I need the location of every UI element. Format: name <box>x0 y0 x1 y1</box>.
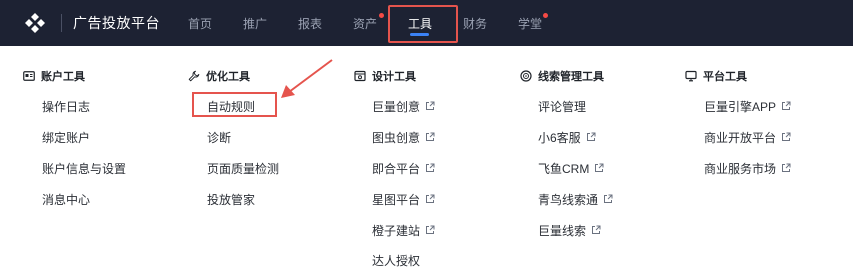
menu-item-ad-butler[interactable]: 投放管家 <box>207 191 255 207</box>
menu-item-label: 星图平台 <box>372 192 421 207</box>
menu-item-label: 飞鱼CRM <box>538 161 590 176</box>
menu-item-label: 青鸟线索通 <box>538 192 599 207</box>
target-icon <box>520 70 532 82</box>
menu-item-label: 橙子建站 <box>372 223 421 238</box>
menu-item-xingtu-platform[interactable]: 星图平台 <box>372 191 435 207</box>
account-tools-header: 账户工具 <box>23 68 85 84</box>
menu-item-ocean-engine-app[interactable]: 巨量引擎APP <box>704 98 791 114</box>
menu-item-label: 商业服务市场 <box>704 161 777 176</box>
account-tools-title: 账户工具 <box>41 71 85 83</box>
design-tools-header: 设计工具 <box>354 68 416 84</box>
external-link-icon <box>426 101 435 110</box>
external-link-icon <box>426 194 435 203</box>
external-link-icon <box>782 101 791 110</box>
external-link-icon <box>604 194 613 203</box>
wrench-icon <box>188 70 200 82</box>
menu-item-label: 巨量线索 <box>538 223 587 238</box>
top-navigation-bar: 广告投放平台 首页 推广 报表 资产 工具 财务 学堂 <box>0 0 853 46</box>
external-link-icon <box>782 132 791 141</box>
menu-item-diagnosis[interactable]: 诊断 <box>207 129 231 145</box>
menu-item-operation-log[interactable]: 操作日志 <box>42 98 90 114</box>
platform-tools-title: 平台工具 <box>703 71 747 83</box>
external-link-icon <box>426 132 435 141</box>
menu-item-business-service-market[interactable]: 商业服务市场 <box>704 160 791 176</box>
notification-dot <box>543 13 548 18</box>
menu-item-business-open-platform[interactable]: 商业开放平台 <box>704 129 791 145</box>
menu-item-feiyu-crm[interactable]: 飞鱼CRM <box>538 160 604 176</box>
nav-item-reports[interactable]: 报表 <box>298 15 322 32</box>
menu-item-label: 商业开放平台 <box>704 130 777 145</box>
logo-icon[interactable] <box>23 11 47 35</box>
monitor-icon <box>685 70 697 82</box>
menu-item-label: 即合平台 <box>372 161 421 176</box>
external-link-icon <box>782 163 791 172</box>
menu-item-ocean-creative[interactable]: 巨量创意 <box>372 98 435 114</box>
menu-item-label: 巨量创意 <box>372 99 421 114</box>
menu-item-message-center[interactable]: 消息中心 <box>42 191 90 207</box>
optimize-tools-header: 优化工具 <box>188 68 250 84</box>
menu-item-jihe-platform[interactable]: 即合平台 <box>372 160 435 176</box>
menu-item-qingniao-leads[interactable]: 青鸟线索通 <box>538 191 613 207</box>
menu-item-chengzi-site[interactable]: 橙子建站 <box>372 222 435 238</box>
external-link-icon <box>592 225 601 234</box>
design-icon <box>354 70 366 82</box>
external-link-icon <box>426 225 435 234</box>
leads-tools-header: 线索管理工具 <box>520 68 604 84</box>
external-link-icon <box>595 163 604 172</box>
menu-item-auto-rules[interactable]: 自动规则 <box>207 98 255 114</box>
tools-highlight-box <box>388 5 458 43</box>
menu-item-influencer-auth[interactable]: 达人授权 <box>372 252 420 268</box>
menu-item-label: 图虫创意 <box>372 130 421 145</box>
external-link-icon <box>426 163 435 172</box>
menu-item-label: 小6客服 <box>538 130 581 145</box>
menu-item-account-settings[interactable]: 账户信息与设置 <box>42 160 126 176</box>
notification-dot <box>379 13 384 18</box>
nav-item-promotion[interactable]: 推广 <box>243 15 267 32</box>
menu-item-tuchong-creative[interactable]: 图虫创意 <box>372 129 435 145</box>
menu-item-ocean-leads[interactable]: 巨量线索 <box>538 222 601 238</box>
brand-title[interactable]: 广告投放平台 <box>73 13 160 33</box>
menu-item-bind-account[interactable]: 绑定账户 <box>42 129 90 145</box>
design-tools-title: 设计工具 <box>372 71 416 83</box>
optimize-tools-title: 优化工具 <box>206 71 250 83</box>
menu-item-label: 巨量引擎APP <box>704 99 777 114</box>
menu-item-page-quality[interactable]: 页面质量检测 <box>207 160 279 176</box>
menu-item-comment-management[interactable]: 评论管理 <box>538 98 586 114</box>
menu-item-xiao6-service[interactable]: 小6客服 <box>538 129 596 145</box>
leads-tools-title: 线索管理工具 <box>538 71 604 83</box>
nav-item-assets[interactable]: 资产 <box>353 15 377 32</box>
external-link-icon <box>586 132 596 141</box>
nav-item-academy[interactable]: 学堂 <box>518 15 542 32</box>
nav-item-finance[interactable]: 财务 <box>463 15 487 32</box>
nav-item-home[interactable]: 首页 <box>188 15 212 32</box>
platform-tools-header: 平台工具 <box>685 68 747 84</box>
id-card-icon <box>23 71 35 81</box>
brand-divider <box>61 14 62 32</box>
